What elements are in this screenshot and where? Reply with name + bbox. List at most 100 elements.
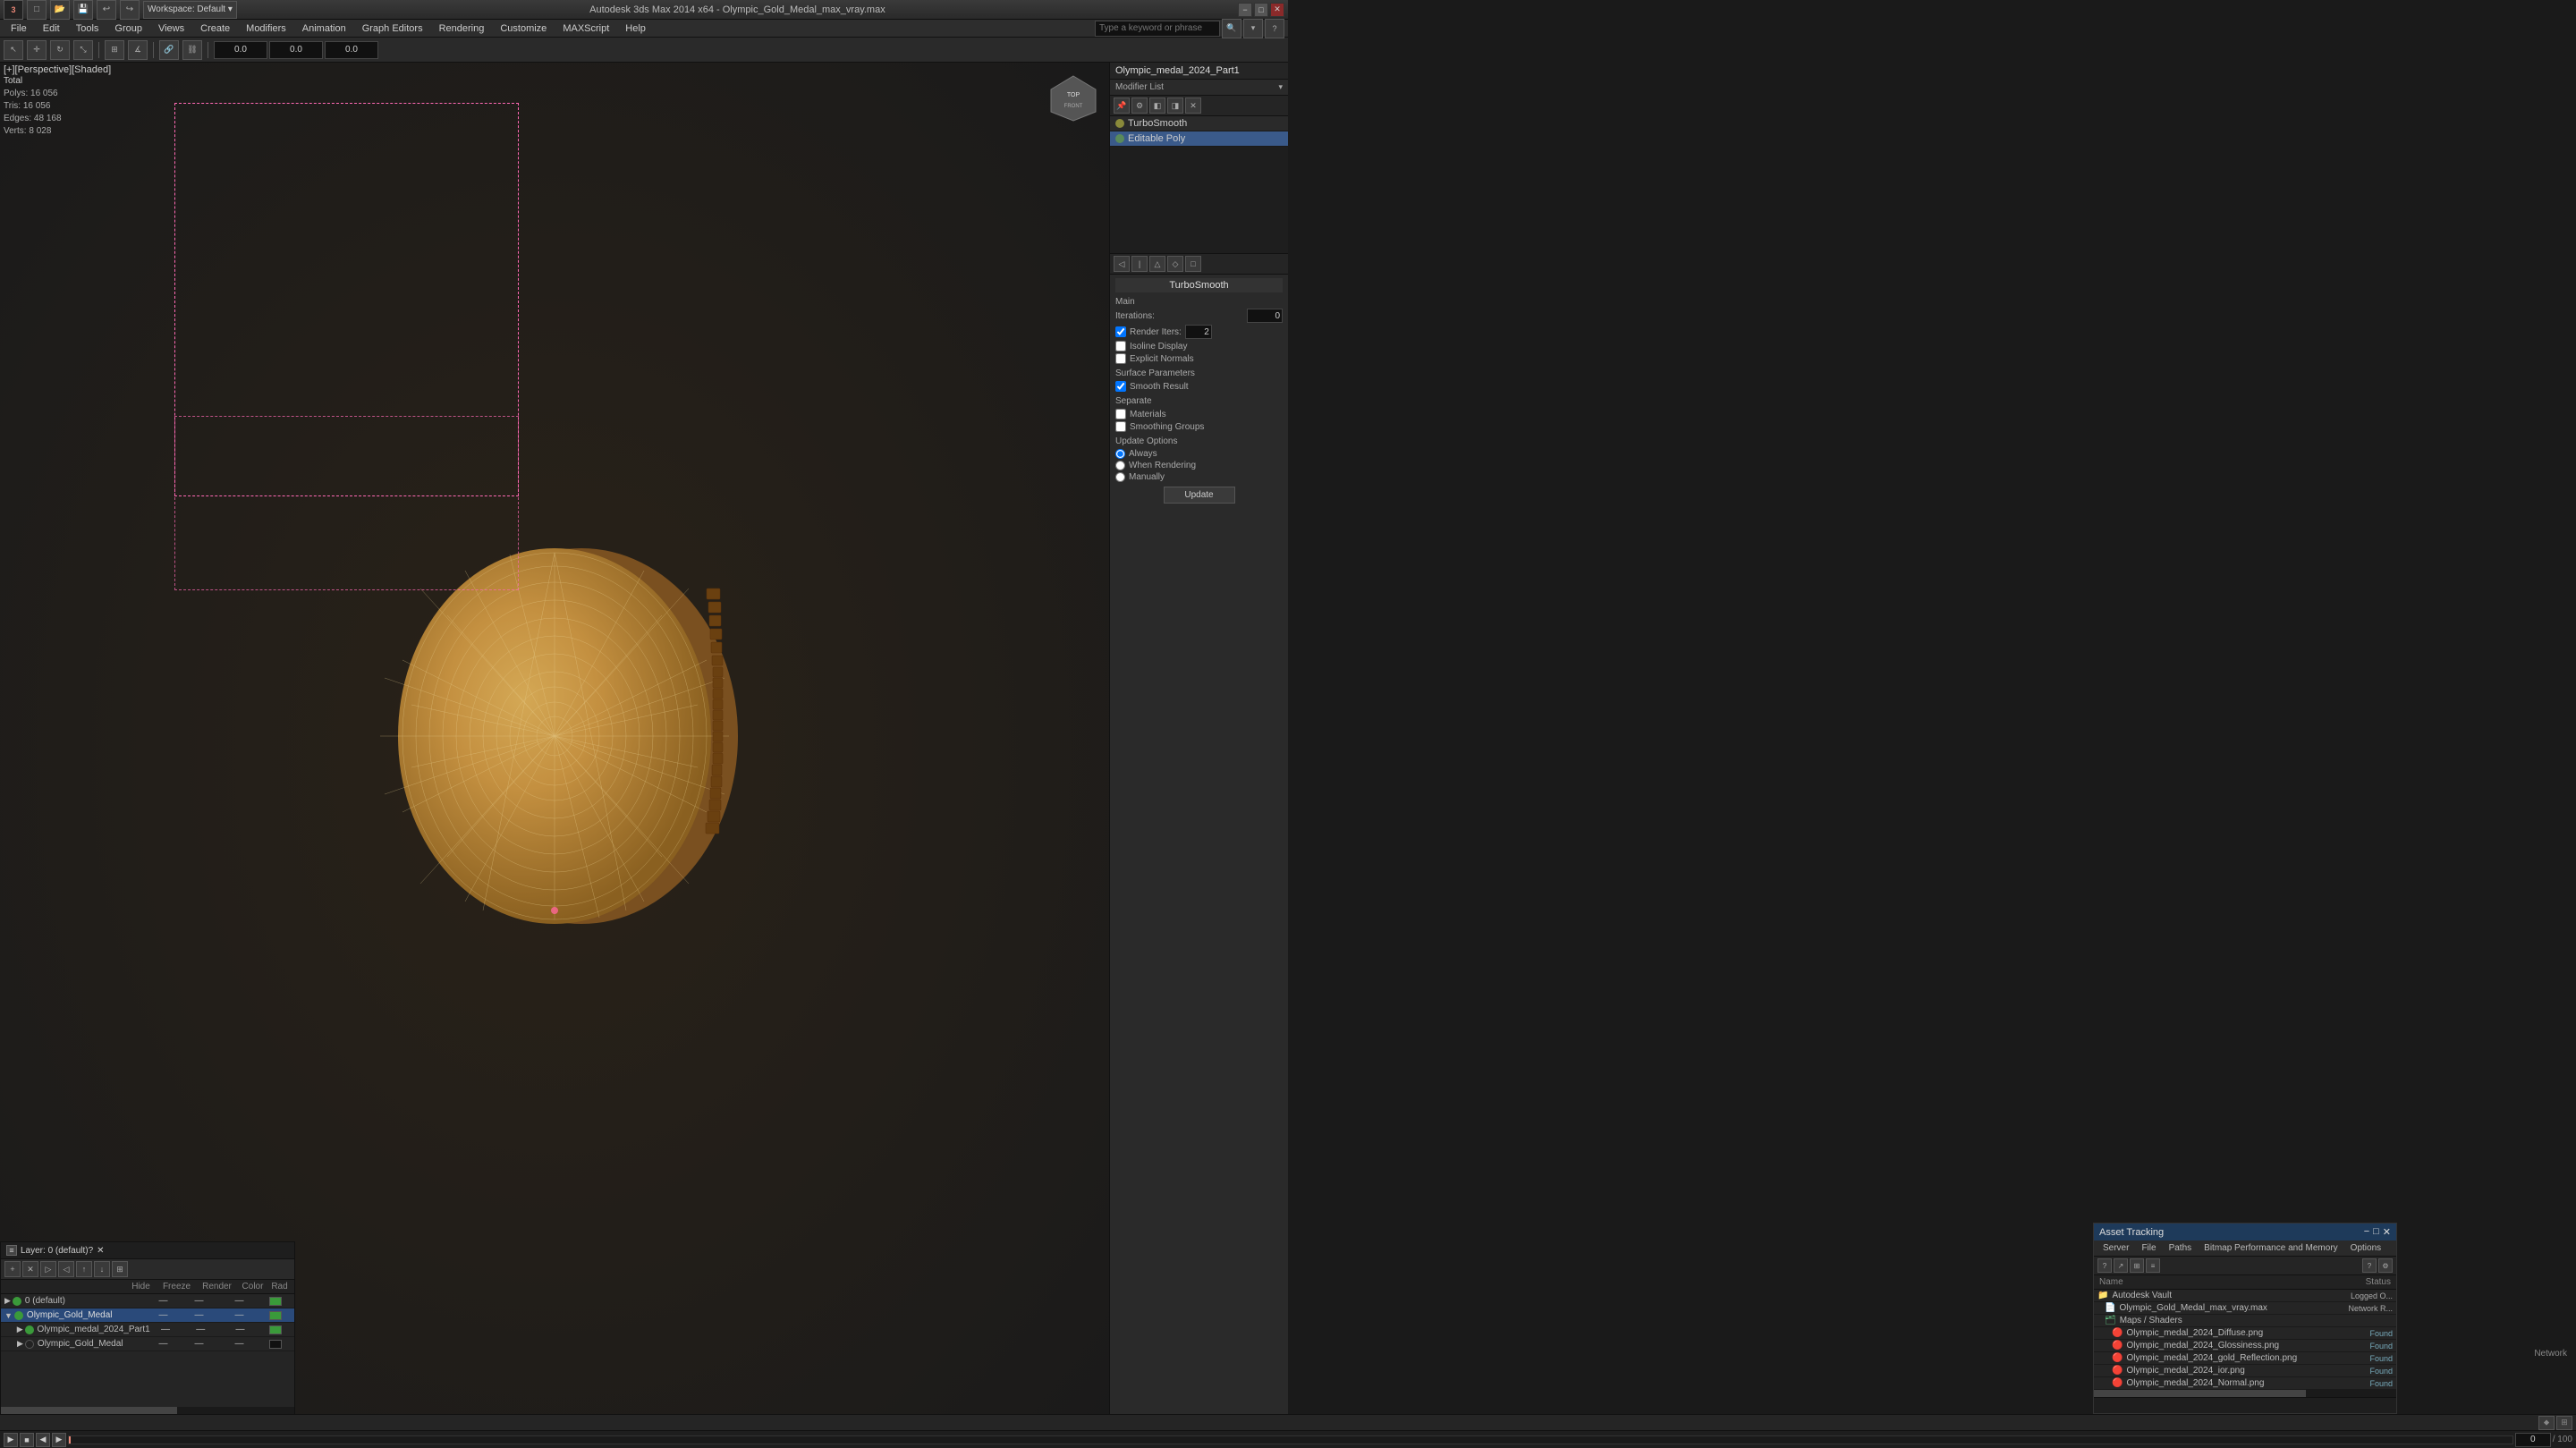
ap-tb-4[interactable]: ≡ [2146,1258,2160,1273]
menu-create[interactable]: Create [193,21,237,36]
ts-render-iters-input[interactable] [1185,325,1212,339]
y-coord[interactable] [269,41,323,59]
viewcube[interactable]: TOP FRONT [1046,72,1100,125]
lp-tb-add[interactable]: ▷ [40,1261,56,1277]
mod-tb-btn-4[interactable]: ◇ [1167,256,1183,272]
menu-views[interactable]: Views [151,21,191,36]
select-btn[interactable]: ↖ [4,40,23,60]
ts-when-rendering-radio[interactable] [1115,461,1125,470]
redo-btn[interactable]: ↪ [120,0,140,20]
asset-row-normal[interactable]: 🔴 Olympic_medal_2024_Normal.png Found [2094,1377,2396,1390]
asset-row-glossiness[interactable]: 🔴 Olympic_medal_2024_Glossiness.png Foun… [2094,1340,2396,1352]
pin-btn[interactable]: 📌 [1114,97,1130,114]
snap-btn[interactable]: ⊞ [105,40,124,60]
layer-row-medal[interactable]: ▶ Olympic_Gold_Medal — — — [1,1337,294,1351]
search-btn[interactable]: 🔍 [1222,19,1241,38]
move-btn[interactable]: ✛ [27,40,47,60]
menu-group[interactable]: Group [107,21,149,36]
ap-tb-3[interactable]: ⊞ [2130,1258,2144,1273]
lp-tb-up[interactable]: ↑ [76,1261,92,1277]
play-btn[interactable]: ▶ [4,1433,18,1447]
grid-btn[interactable]: ⊞ [2556,1416,2572,1430]
menu-maxscript[interactable]: MAXScript [555,21,616,36]
asset-maximize-btn[interactable]: □ [2373,1226,2379,1238]
x-coord[interactable] [214,41,267,59]
layer-row-part1[interactable]: ▶ Olympic_medal_2024_Part1 — — — [1,1323,294,1337]
unlink-btn[interactable]: ⛓ [182,40,202,60]
layer-row-0[interactable]: ▶ 0 (default) — — — [1,1294,294,1308]
lp-tb-expand[interactable]: ⊞ [112,1261,128,1277]
ap-tb-settings[interactable]: ⚙ [2378,1258,2393,1273]
open-btn[interactable]: 📂 [50,0,70,20]
link-btn[interactable]: 🔗 [159,40,179,60]
asset-menu-file[interactable]: File [2136,1242,2161,1254]
timeline[interactable] [68,1435,2513,1444]
delete-btn[interactable]: ✕ [1185,97,1201,114]
ap-tb-1[interactable]: ? [2097,1258,2112,1273]
workspace-selector[interactable]: Workspace: Default ▾ [143,1,237,19]
ts-render-iters-checkbox[interactable] [1115,326,1126,337]
lp-tb-select[interactable]: ◁ [58,1261,74,1277]
menu-customize[interactable]: Customize [493,21,554,36]
rotate-btn[interactable]: ↻ [50,40,70,60]
mod-tb-btn-1[interactable]: ◁ [1114,256,1130,272]
scale-btn[interactable]: ⤡ [73,40,93,60]
asset-row-ior[interactable]: 🔴 Olympic_medal_2024_ior.png Found [2094,1365,2396,1377]
menu-edit[interactable]: Edit [36,21,67,36]
update-button[interactable]: Update [1164,487,1235,504]
asset-row-maps[interactable]: 🗂 Maps / Shaders [2094,1315,2396,1327]
asset-row-reflection[interactable]: 🔴 Olympic_medal_2024_gold_Reflection.png… [2094,1352,2396,1365]
asset-row-diffuse[interactable]: 🔴 Olympic_medal_2024_Diffuse.png Found [2094,1327,2396,1340]
menu-tools[interactable]: Tools [69,21,106,36]
search-opts-btn[interactable]: ▾ [1243,19,1263,38]
asset-menu-paths[interactable]: Paths [2164,1242,2198,1254]
help-search-btn[interactable]: ? [1265,19,1284,38]
asset-row-max[interactable]: 📄 Olympic_Gold_Medal_max_vray.max Networ… [2094,1302,2396,1315]
menu-graph-editors[interactable]: Graph Editors [355,21,430,36]
ts-smooth-result-checkbox[interactable] [1115,381,1126,392]
layer-close-btn[interactable]: ✕ [97,1246,104,1256]
asset-minimize-btn[interactable]: − [2364,1226,2369,1238]
menu-help[interactable]: Help [618,21,653,36]
config-btn[interactable]: ⚙ [1131,97,1148,114]
maximize-btn[interactable]: □ [1254,3,1268,17]
asset-menu-server[interactable]: Server [2097,1242,2134,1254]
menu-modifiers[interactable]: Modifiers [239,21,293,36]
close-btn[interactable]: ✕ [1270,3,1284,17]
modifier-editable-poly[interactable]: Editable Poly [1110,131,1288,147]
z-coord[interactable] [325,41,378,59]
undo-btn[interactable]: ↩ [97,0,116,20]
asset-row-vault[interactable]: 📁 Autodesk Vault Logged O... [2094,1290,2396,1302]
next-frame-btn[interactable]: ▶ [52,1433,66,1447]
save-btn[interactable]: 💾 [73,0,93,20]
menu-rendering[interactable]: Rendering [432,21,492,36]
lp-tb-down[interactable]: ↓ [94,1261,110,1277]
layer-scrollbar[interactable] [1,1407,294,1414]
ts-iterations-input[interactable] [1247,309,1283,323]
minimize-btn[interactable]: − [1238,3,1252,17]
menu-file[interactable]: File [4,21,34,36]
mod-tb-btn-3[interactable]: △ [1149,256,1165,272]
add-time-key-btn[interactable]: ⬥ [2538,1416,2555,1430]
ts-always-radio[interactable] [1115,449,1125,459]
mod-tb-btn-5[interactable]: □ [1185,256,1201,272]
angle-snap-btn[interactable]: ∡ [128,40,148,60]
paste-btn[interactable]: ◨ [1167,97,1183,114]
asset-close-btn[interactable]: ✕ [2383,1226,2391,1238]
ts-smoothing-groups-checkbox[interactable] [1115,421,1126,432]
asset-scrollbar[interactable] [2094,1390,2396,1397]
prev-frame-btn[interactable]: ◀ [36,1433,50,1447]
search-input[interactable] [1095,21,1220,37]
mod-tb-btn-2[interactable]: | [1131,256,1148,272]
ap-tb-2[interactable]: ↗ [2114,1258,2128,1273]
frame-input[interactable] [2515,1433,2551,1447]
asset-menu-bitmap[interactable]: Bitmap Performance and Memory [2199,1242,2343,1254]
layer-help-btn[interactable]: ? [89,1246,94,1256]
menu-animation[interactable]: Animation [295,21,353,36]
layer-row-gold[interactable]: ▼ Olympic_Gold_Medal — — — [1,1308,294,1323]
stop-btn[interactable]: ■ [20,1433,34,1447]
viewport[interactable]: [+][Perspective][Shaded] Total Polys: 16… [0,63,1109,1446]
lp-tb-new[interactable]: + [4,1261,21,1277]
ts-manually-radio[interactable] [1115,472,1125,482]
ts-explicit-normals-checkbox[interactable] [1115,353,1126,364]
